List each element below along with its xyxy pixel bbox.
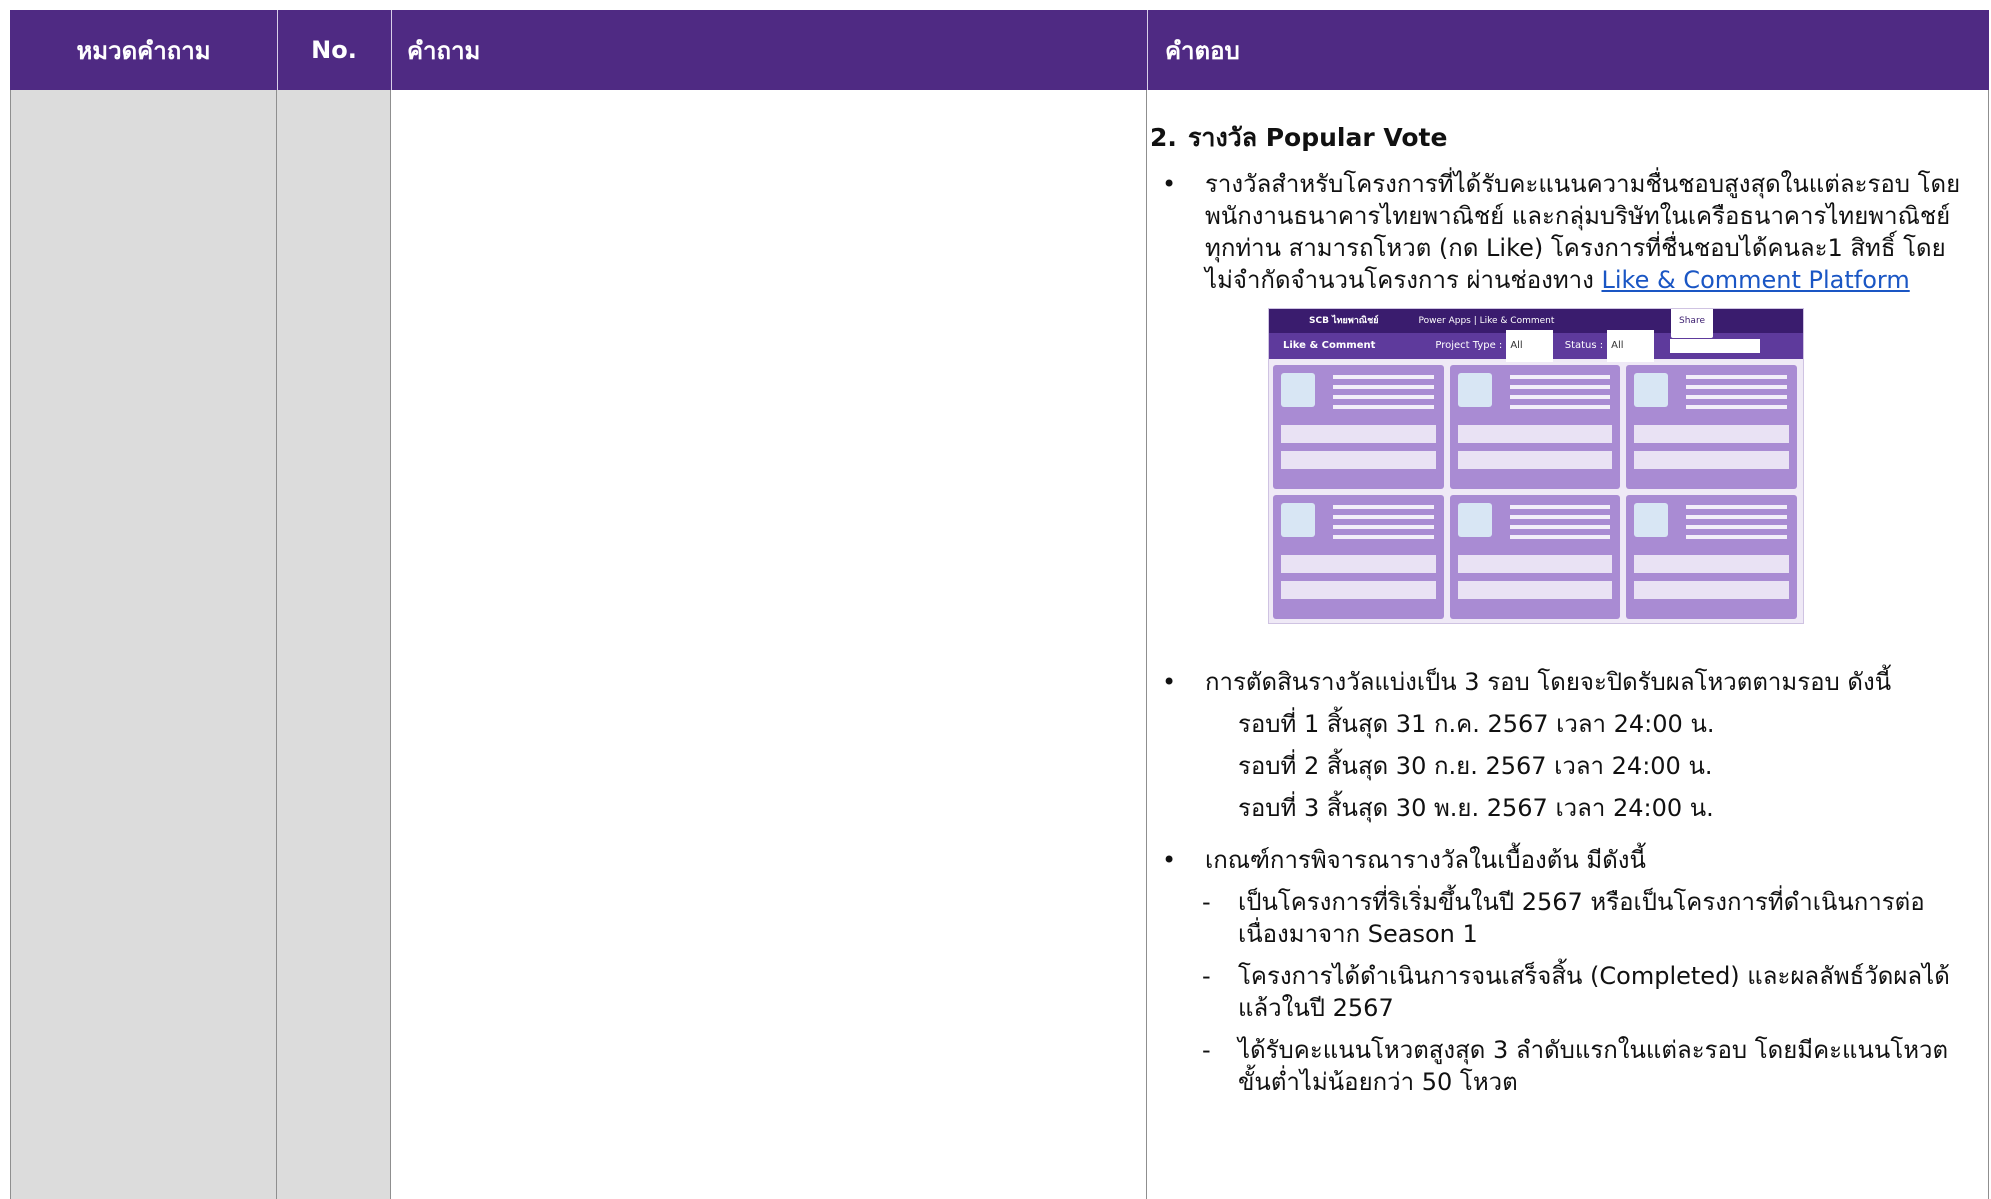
- dash-marker: -: [1202, 888, 1211, 916]
- project-card: [1449, 495, 1621, 619]
- criteria-text: ได้รับคะแนนโหวตสูงสุด 3 ลำดับแรกในแต่ละร…: [1238, 1036, 1949, 1096]
- criteria-item: - ได้รับคะแนนโหวตสูงสุด 3 ลำดับแรกในแต่ล…: [1150, 1034, 1970, 1098]
- like-comment-screenshot: SCB ไทยพาณิชย์ Power Apps | Like & Comme…: [1268, 308, 1804, 624]
- table-header: หมวดคำถาม No. คำถาม คำตอบ: [10, 10, 1989, 90]
- bullet-text: การตัดสินรางวัลแบ่งเป็น 3 รอบ โดยจะปิดรั…: [1205, 668, 1892, 696]
- criteria-item: - โครงการได้ดำเนินการจนเสร็จสิ้น (Comple…: [1150, 960, 1970, 1024]
- status-select: All: [1607, 330, 1654, 362]
- question-cell: [391, 90, 1147, 1199]
- project-card-grid: [1273, 365, 1797, 619]
- header-no: No.: [311, 36, 357, 64]
- number-cell: [277, 90, 391, 1199]
- project-type-select: All: [1506, 330, 1553, 362]
- round-item: รอบที่ 2 สิ้นสุด 30 ก.ย. 2567 เวลา 24:00…: [1238, 752, 1713, 780]
- like-comment-platform-link[interactable]: Like & Comment Platform: [1601, 266, 1909, 294]
- project-card: [1273, 495, 1444, 619]
- project-icon: [1457, 503, 1492, 537]
- answer-content: 2. รางวัล Popular Vote • รางวัลสำหรับโคร…: [1150, 112, 1970, 1098]
- project-card: [1449, 365, 1621, 489]
- share-button: Share: [1671, 309, 1713, 338]
- criteria-text: โครงการได้ดำเนินการจนเสร็จสิ้น (Complete…: [1238, 962, 1950, 1022]
- bullet-text: เกณฑ์การพิจารณารางวัลในเบื้องต้น มีดังนี…: [1205, 846, 1646, 874]
- project-icon: [1634, 373, 1669, 407]
- project-card: [1626, 495, 1797, 619]
- header-category: หมวดคำถาม: [76, 36, 211, 65]
- bullet-dot: •: [1162, 668, 1177, 696]
- dash-marker: -: [1202, 1036, 1211, 1064]
- round-item: รอบที่ 3 สิ้นสุด 30 พ.ย. 2567 เวลา 24:00…: [1238, 794, 1714, 822]
- project-card: [1273, 365, 1444, 489]
- bullet-dot: •: [1162, 170, 1177, 198]
- screenshot-toolbar: Like & Comment Project Type : All Status…: [1269, 330, 1803, 362]
- status-label: Status :: [1564, 340, 1604, 351]
- page-title: Like & Comment: [1283, 340, 1376, 351]
- bullet-dot: •: [1162, 846, 1177, 874]
- criteria-text: เป็นโครงการที่ริเริ่มขึ้นในปี 2567 หรือเ…: [1238, 888, 1925, 948]
- rounds-list: รอบที่ 1 สิ้นสุด 31 ก.ค. 2567 เวลา 24:00…: [1150, 708, 1970, 824]
- section-number: 2.: [1150, 123, 1177, 152]
- search-box: [1669, 339, 1760, 353]
- project-type-label: Project Type :: [1435, 340, 1503, 351]
- dash-marker: -: [1202, 962, 1211, 990]
- bullet-popular-vote: • รางวัลสำหรับโครงการที่ได้รับคะแนนความช…: [1150, 168, 1970, 296]
- section-title: รางวัล Popular Vote: [1188, 123, 1448, 152]
- criteria-item: - เป็นโครงการที่ริเริ่มขึ้นในปี 2567 หรื…: [1150, 886, 1970, 950]
- project-icon: [1634, 503, 1669, 537]
- category-cell: [10, 90, 277, 1199]
- bullet-criteria: • เกณฑ์การพิจารณารางวัลในเบื้องต้น มีดัง…: [1150, 844, 1970, 876]
- bullet-rounds: • การตัดสินรางวัลแบ่งเป็น 3 รอบ โดยจะปิด…: [1150, 666, 1970, 698]
- project-card: [1626, 365, 1797, 489]
- project-icon: [1457, 373, 1492, 407]
- header-answer: คำตอบ: [1165, 36, 1240, 65]
- section-heading: 2. รางวัล Popular Vote: [1150, 122, 1970, 154]
- header-question: คำถาม: [407, 36, 481, 65]
- round-item: รอบที่ 1 สิ้นสุด 31 ก.ค. 2567 เวลา 24:00…: [1238, 710, 1715, 738]
- project-icon: [1281, 373, 1315, 407]
- project-icon: [1281, 503, 1315, 537]
